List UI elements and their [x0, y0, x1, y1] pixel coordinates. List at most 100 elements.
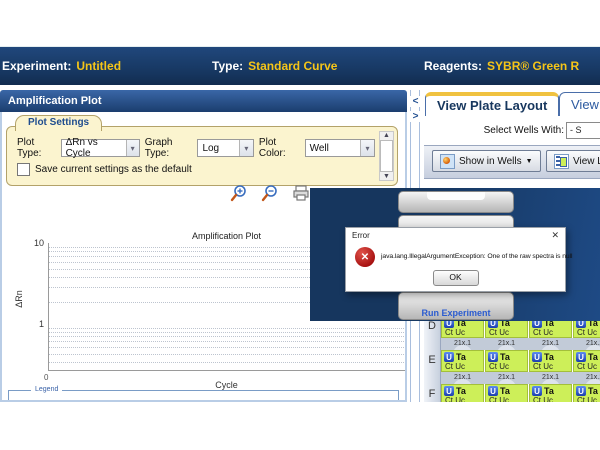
unknown-sample-badge: U — [444, 352, 454, 362]
plate-row-label: E — [424, 350, 440, 384]
save-default-checkbox[interactable] — [17, 163, 30, 176]
type-value: Standard Curve — [248, 59, 337, 73]
legend-table-icon — [554, 154, 569, 169]
view-legend-label: View L — [573, 156, 600, 167]
plot-type-select[interactable]: ΔRn vs Cycle ▾ — [61, 139, 140, 157]
well-header: UTa — [574, 385, 600, 396]
error-message: java.lang.IllegalArgumentException: One … — [381, 253, 563, 260]
view-legend-button[interactable]: View L — [546, 150, 600, 172]
chevron-down-icon: ▾ — [126, 140, 139, 156]
experiment-label: Experiment: — [2, 59, 71, 73]
plate-row-separator: 21x.121x.121x.121x.1 — [441, 372, 600, 384]
chevron-down-icon: ▾ — [360, 140, 374, 156]
plot-settings-tab[interactable]: Plot Settings — [15, 115, 102, 131]
gridline — [49, 332, 406, 333]
show-in-wells-label: Show in Wells — [459, 156, 522, 167]
unknown-sample-badge: U — [576, 352, 586, 362]
print-icon[interactable] — [292, 184, 310, 202]
tab-view-plate-layout[interactable]: View Plate Layout — [425, 92, 559, 116]
run-experiment-button[interactable]: Run Experiment — [398, 292, 514, 320]
scroll-up-icon[interactable]: ▲ — [383, 132, 390, 139]
plate-well[interactable]: UTaCt Uc — [441, 350, 484, 372]
experiment-field: Experiment: Untitled — [2, 59, 121, 73]
well-detail-label: Ct Uc — [442, 362, 483, 371]
y-axis-tick: 10 — [22, 238, 44, 248]
show-in-wells-button[interactable]: Show in Wells ▼ — [432, 150, 541, 172]
plate-well[interactable]: UTaCt Uc — [441, 384, 484, 402]
plate-well[interactable]: UTaCt Uc — [529, 384, 572, 402]
panel-title: Amplification Plot — [0, 90, 407, 112]
select-wells-dropdown[interactable]: - S — [566, 122, 600, 139]
plate-well[interactable]: UTaCt Uc — [573, 350, 600, 372]
ok-button[interactable]: OK — [433, 270, 479, 286]
scroll-down-icon[interactable]: ▼ — [383, 173, 390, 180]
plate-row-label: D — [424, 316, 440, 350]
collapse-left-icon[interactable]: < — [410, 96, 421, 107]
graph-type-select[interactable]: Log ▾ — [197, 139, 253, 157]
well-target-label: Ta — [544, 352, 554, 362]
select-wells-label: Select Wells With: — [424, 125, 564, 136]
well-detail-label: Ct Uc — [530, 328, 571, 337]
zoom-in-icon[interactable] — [230, 184, 248, 202]
y-axis-label: ΔRn — [14, 290, 24, 308]
unknown-sample-badge: U — [488, 386, 498, 396]
graph-type-value: Log — [202, 143, 219, 154]
well-detail-label: Ct Uc — [574, 328, 600, 337]
well-header: UTa — [442, 385, 483, 396]
reagents-value: SYBR® Green R — [487, 59, 579, 73]
chevron-down-icon: ▾ — [239, 140, 253, 156]
graph-type-label: Graph Type: — [145, 137, 193, 159]
experiment-value: Untitled — [76, 59, 121, 73]
plot-color-value: Well — [310, 143, 329, 154]
well-detail-label: Ct Uc — [574, 362, 600, 371]
close-icon[interactable]: ✕ — [551, 230, 559, 241]
plate-well[interactable]: UTaCt Uc — [485, 384, 528, 402]
y-axis-tick: 1 — [22, 319, 44, 329]
application-window: Experiment:Untitled Type:Standard Curve … — [0, 0, 600, 450]
plate-well[interactable]: UTaCt Uc — [485, 350, 528, 372]
plate-toolbar: Show in Wells ▼ View L — [424, 145, 600, 179]
well-header: UTa — [486, 385, 527, 396]
well-detail-label: Ct Uc — [574, 396, 600, 402]
well-dilution-label: 21x.1 — [441, 372, 484, 384]
unknown-sample-badge: U — [532, 352, 542, 362]
plate-row: UTaCt UcUTaCt UcUTaCt UcUTaCt Uc — [441, 384, 600, 402]
plate-well[interactable]: UTaCt Uc — [529, 350, 572, 372]
zoom-out-icon[interactable] — [261, 184, 279, 202]
well-detail-label: Ct Uc — [442, 396, 483, 402]
gridline — [49, 362, 406, 363]
scrollbar-thumb[interactable] — [380, 140, 393, 172]
plate-row-labels: DEF — [424, 316, 441, 402]
well-header: UTa — [530, 385, 571, 396]
well-target-label: Ta — [588, 386, 598, 396]
well-target-label: Ta — [544, 386, 554, 396]
plate-row: UTaCt UcUTaCt UcUTaCt UcUTaCt Uc — [441, 350, 600, 372]
x-axis-label: Cycle — [48, 380, 405, 390]
plate-grid-viewport: DEF UTaCt UcUTaCt UcUTaCt UcUTaCt Uc21x.… — [424, 316, 600, 402]
save-default-row: Save current settings as the default — [17, 163, 192, 176]
plot-color-label: Plot Color: — [259, 137, 300, 159]
plot-color-select[interactable]: Well ▾ — [305, 139, 375, 157]
well-header: UTa — [574, 351, 600, 362]
gridline — [49, 341, 406, 342]
gridline — [49, 336, 406, 337]
plate-well[interactable]: UTaCt Uc — [573, 384, 600, 402]
well-dilution-label: 21x.1 — [441, 338, 484, 350]
well-header: UTa — [530, 351, 571, 362]
dialog-title: Error — [352, 231, 370, 240]
plate-grid: UTaCt UcUTaCt UcUTaCt UcUTaCt Uc21x.121x… — [441, 316, 600, 402]
plate-row-separator: 21x.121x.121x.121x.1 — [441, 338, 600, 350]
tab-view-well-table[interactable]: View — [559, 92, 600, 116]
well-target-label: Ta — [456, 386, 466, 396]
well-detail-label: Ct Uc — [486, 396, 527, 402]
unknown-sample-badge: U — [576, 386, 586, 396]
collapse-right-icon[interactable]: > — [410, 111, 421, 122]
settings-scrollbar[interactable]: ▲ ▼ — [379, 131, 394, 181]
type-field: Type:Standard Curve — [212, 59, 337, 73]
save-default-label: Save current settings as the default — [35, 164, 192, 175]
legend-fieldset: Legend — [8, 390, 399, 402]
plot-type-label: Plot Type: — [17, 137, 56, 159]
well-dilution-label: 21x.1 — [573, 372, 600, 384]
run-screen-button-top[interactable] — [398, 191, 514, 213]
well-detail-label: Ct Uc — [486, 328, 527, 337]
